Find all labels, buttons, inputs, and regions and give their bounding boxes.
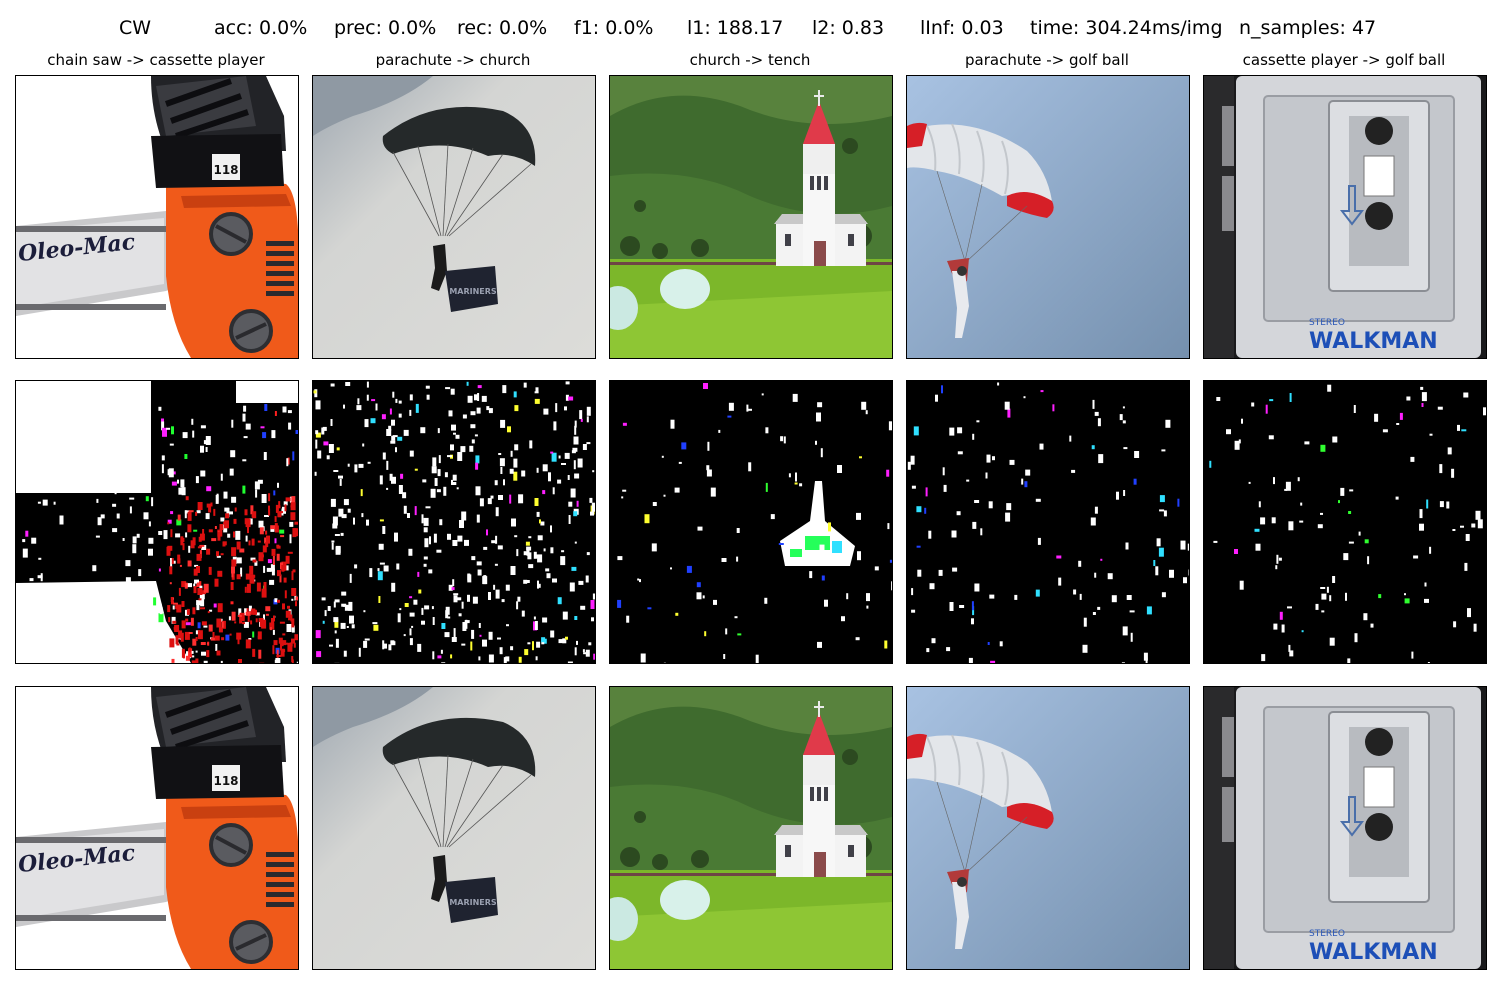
column-title-3: church -> tench [689, 51, 811, 69]
column-title-4: parachute -> golf ball [965, 51, 1129, 69]
column-title-1: chain saw -> cassette player [47, 51, 265, 69]
l1-metric: l1: 188.17 [687, 17, 784, 39]
adversarial-image-church [609, 686, 893, 970]
original-image-chainsaw: Oleo-Mac 118 [15, 75, 299, 359]
perturbation-image-walkman [1203, 380, 1487, 664]
adversarial-image-parachute-blue [906, 686, 1190, 970]
method-label: CW [119, 17, 152, 39]
metrics-header: CW acc: 0.0% prec: 0.0% rec: 0.0% f1: 0.… [0, 14, 1500, 44]
l2-metric: l2: 0.83 [812, 17, 885, 39]
f1-metric: f1: 0.0% [574, 17, 654, 39]
banner-text: MARINERS [449, 287, 497, 296]
badge-text: 118 [213, 774, 238, 788]
walkman-text: WALKMAN [1309, 940, 1438, 965]
adversarial-image-parachute-gray: MARINERS [312, 686, 596, 970]
samples-metric: n_samples: 47 [1239, 17, 1377, 39]
linf-metric: lInf: 0.03 [920, 17, 1004, 39]
time-metric: time: 304.24ms/img [1030, 17, 1223, 39]
perturbation-image-parachute-gray [312, 380, 596, 664]
stereo-text: STEREO [1309, 318, 1345, 328]
original-image-parachute-gray: MARINERS [312, 75, 596, 359]
walkman-text: WALKMAN [1309, 329, 1438, 354]
original-image-church [609, 75, 893, 359]
column-title-2: parachute -> church [375, 51, 531, 69]
stereo-text: STEREO [1309, 929, 1345, 939]
perturbation-image-church [609, 380, 893, 664]
accuracy-metric: acc: 0.0% [214, 17, 308, 39]
recall-metric: rec: 0.0% [457, 17, 548, 39]
badge-text: 118 [213, 163, 238, 177]
column-title-5: cassette player -> golf ball [1242, 51, 1446, 69]
perturbation-image-parachute-blue [906, 380, 1190, 664]
perturbation-image-chainsaw [15, 380, 299, 664]
banner-text: MARINERS [449, 898, 497, 907]
adversarial-image-chainsaw: Oleo-Mac 118 [15, 686, 299, 970]
precision-metric: prec: 0.0% [334, 17, 437, 39]
original-image-parachute-blue [906, 75, 1190, 359]
original-image-walkman: STEREO WALKMAN [1203, 75, 1487, 359]
adversarial-image-walkman: STEREO WALKMAN [1203, 686, 1487, 970]
